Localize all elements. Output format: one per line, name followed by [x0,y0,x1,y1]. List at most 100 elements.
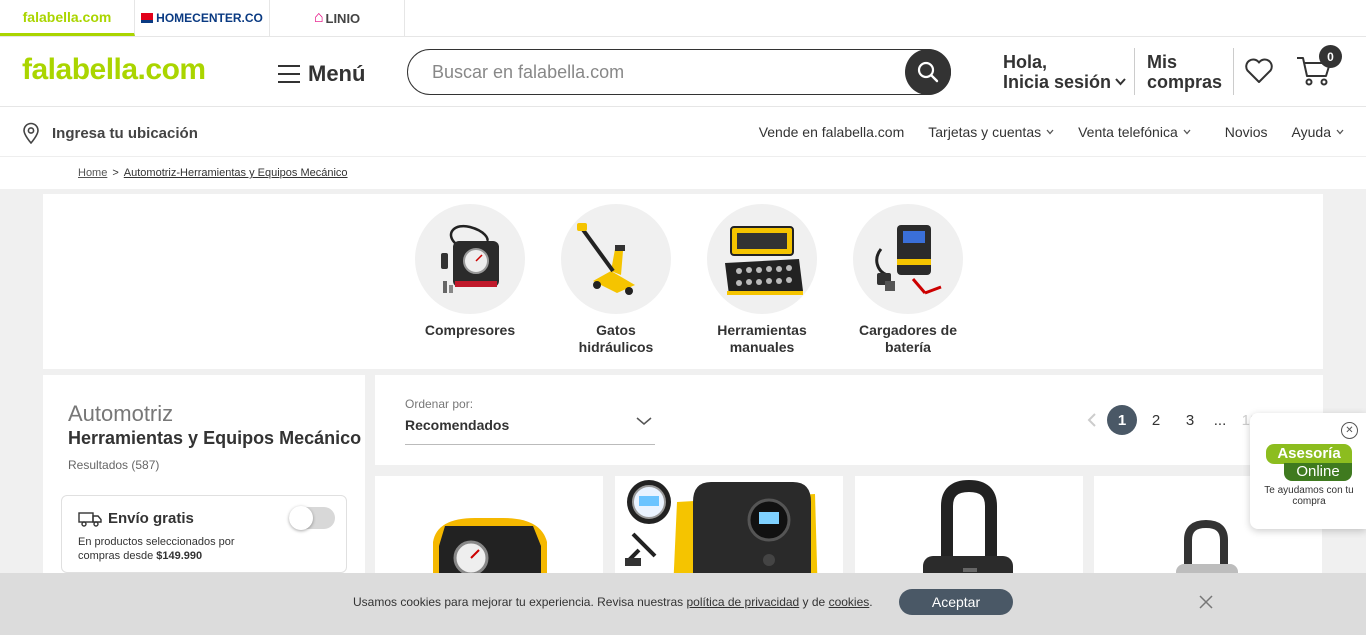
login-menu[interactable]: Hola, Inicia sesión [1003,52,1126,92]
linio-mark-icon: ⌂ [313,9,324,26]
chat-widget[interactable]: ✕ Asesoría Online Te ayudamos con tu com… [1250,413,1366,529]
chevron-down-icon [1336,129,1344,135]
menu-button[interactable]: Menú [278,61,365,87]
location-selector[interactable]: Ingresa tu ubicación [22,122,198,144]
cookies-link[interactable]: cookies [829,595,870,609]
link-cards-label: Tarjetas y cuentas [928,124,1042,140]
category-herramientas-manuales[interactable]: Herramientas manuales [707,204,817,356]
category-image [853,204,963,314]
sub-navigation: Ingresa tu ubicación Vende en falabella.… [0,107,1366,157]
search-button[interactable] [905,49,951,95]
sidebar-category: Automotriz [68,401,174,426]
sort-dropdown[interactable]: Recomendados [405,415,655,445]
close-icon: ✕ [1345,425,1354,436]
pagination-ellipsis: ... [1213,411,1227,429]
brand-tab-falabella[interactable]: falabella.com [0,0,135,36]
chevron-down-icon [636,417,652,425]
chat-title-line1: Asesoría [1266,444,1352,464]
results-count: Resultados (587) [68,458,160,472]
link-help-label: Ayuda [1291,124,1331,140]
brand-switcher: falabella.com HOMECENTER.CO ⌂ LINIO [0,0,1366,37]
breadcrumb-current[interactable]: Automotriz-Herramientas y Equipos Mecáni… [124,167,348,179]
breadcrumb-home[interactable]: Home [78,167,107,179]
tool-kit-icon [725,226,803,295]
cookie-text-suffix: . [869,595,873,609]
search-icon [917,61,939,83]
brand-homecenter-logo: HOMECENTER.CO [141,11,263,25]
sort-label: Ordenar por: [405,397,474,411]
cookie-close-button[interactable] [1198,594,1214,615]
free-shipping-filter: Envío gratis En productos seleccionados … [61,495,347,573]
link-help[interactable]: Ayuda [1292,124,1344,140]
close-icon [1199,595,1213,609]
main-header: falabella.com Menú Hola, Inicia sesión M… [0,37,1366,107]
hamburger-icon [278,65,300,83]
breadcrumb-bar: Home > Automotriz-Herramientas y Equipos… [0,157,1366,189]
wishlist-button[interactable] [1244,58,1274,89]
link-wedding[interactable]: Novios [1225,124,1268,140]
truck-icon [78,511,102,527]
category-image [415,204,525,314]
link-phone-sales[interactable]: Venta telefónica [1078,124,1191,140]
privacy-policy-link[interactable]: política de privacidad [686,595,799,609]
category-name: Cargadores de batería [858,322,958,355]
header-divider [1233,48,1234,95]
free-shipping-amount: $149.990 [156,550,203,562]
cart-count-badge: 0 [1319,45,1342,68]
accept-cookies-button[interactable]: Aceptar [899,589,1013,615]
category-compresores[interactable]: Compresores [415,204,525,339]
brand-linio-logo: ⌂ LINIO [314,9,360,27]
breadcrumb: Home > Automotriz-Herramientas y Equipos… [78,167,348,179]
chat-tagline: Te ayudamos con tu compra [1264,485,1354,507]
sort-selected-value: Recomendados [405,417,510,433]
brand-tab-linio[interactable]: ⌂ LINIO [270,0,405,36]
search-box [407,49,951,95]
cookie-text-middle: y de [799,595,829,609]
chevron-down-icon [1046,129,1054,135]
menu-label: Menú [308,61,366,86]
chevron-left-icon [1087,413,1096,427]
search-input[interactable] [432,60,892,84]
page-1-button[interactable]: 1 [1107,405,1137,435]
brand-tab-homecenter[interactable]: HOMECENTER.CO [135,0,270,36]
prev-page-button[interactable] [1077,405,1107,435]
category-carousel: Compresores Gatos hidráulicos Herramient… [43,194,1323,369]
account-greeting: Hola, [1003,52,1048,72]
category-name: Compresores [424,322,516,338]
sidebar-subcategory: Herramientas y Equipos Mecánico [68,428,362,448]
link-sell[interactable]: Vende en falabella.com [759,124,905,140]
free-shipping-title: Envío gratis [108,510,194,527]
sort-bar: Ordenar por: Recomendados 1 2 3 ... 13 [375,375,1323,465]
heart-icon [1245,58,1273,83]
category-image [561,204,671,314]
homecenter-house-icon [141,13,154,23]
category-gatos-hidraulicos[interactable]: Gatos hidráulicos [561,204,671,356]
brand-linio-label: LINIO [325,10,361,26]
my-orders-link[interactable]: Mis compras [1147,52,1222,92]
battery-charger-icon [875,225,942,295]
header-divider [1134,48,1135,95]
category-image [707,204,817,314]
subnav-links: Vende en falabella.com Tarjetas y cuenta… [735,124,1344,140]
category-name: Gatos hidráulicos [578,322,654,355]
page-2-button[interactable]: 2 [1141,405,1171,435]
chat-close-button[interactable]: ✕ [1341,422,1358,439]
cookie-banner: Usamos cookies para mejorar tu experienc… [0,573,1366,635]
free-shipping-toggle[interactable] [289,506,335,530]
category-cargadores-bateria[interactable]: Cargadores de batería [853,204,963,356]
link-cards[interactable]: Tarjetas y cuentas [928,124,1054,140]
toggle-knob [289,506,313,530]
location-pin-icon [23,122,39,144]
link-sell-label: Vende en falabella.com [758,124,905,140]
site-logo[interactable]: falabella.com [22,53,206,87]
chevron-down-icon [1183,129,1191,135]
category-name: Herramientas manuales [717,322,807,355]
cookie-text: Usamos cookies para mejorar tu experienc… [353,595,687,609]
free-shipping-description: En productos seleccionados por compras d… [78,535,278,563]
login-label: Inicia sesión [1003,72,1112,92]
link-phone-sales-label: Venta telefónica [1078,124,1178,140]
chat-title-line2: Online [1284,463,1352,481]
pagination: 1 2 3 ... 13 [1077,405,1269,435]
page-3-button[interactable]: 3 [1175,405,1205,435]
orders-label-line1: Mis [1147,52,1178,72]
